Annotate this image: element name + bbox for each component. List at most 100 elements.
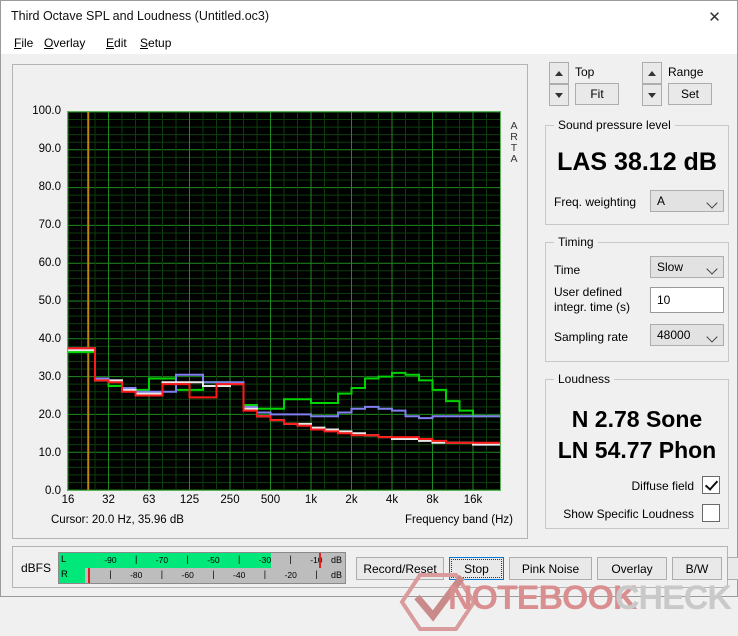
cursor-readout: Cursor: 20.0 Hz, 35.96 dB [51,514,184,526]
meter-peak-indicator [87,568,90,583]
show-specific-loudness-checkbox[interactable] [702,504,720,522]
range-increase-button[interactable] [642,62,662,84]
spl-plot-svg [68,112,500,490]
x-axis-tick: 63 [142,494,156,506]
range-decrease-button[interactable] [642,84,662,106]
loudness-group: Loudness N 2.78 Sone LN 54.77 Phon Diffu… [545,372,729,529]
y-axis-labels: 0.0 10.0 20.0 30.0 40.0 50.0 60.0 70.0 80.0 90.0 1… [13,105,65,497]
range-label: Range [668,65,704,79]
meter-tick-label: -20 [284,570,297,580]
copy-button[interactable]: Copy [727,557,738,580]
button-label: B/W [685,561,709,576]
integration-time-value: 10 [657,293,671,307]
x-axis-tick: 16 [61,494,75,506]
meter-tick-mark: | [289,554,292,564]
meter-tick-mark: | [186,554,189,564]
arrow-up-icon [648,70,656,76]
meter-tick-mark: | [212,569,215,579]
integration-time-label-line1: User defined [554,285,623,299]
button-label: Pink Noise [521,561,580,576]
graph-panel: dB Third octave SPL 0.010.020.030.040.05… [12,64,528,539]
close-icon[interactable]: ✕ [692,1,737,32]
chevron-down-icon [706,263,718,275]
y-axis-tick: 80.0 [38,181,61,193]
y-axis-tick: 100.0 [32,105,61,117]
meter-tick-mark: | [135,554,138,564]
meter-tick-mark: | [109,569,112,579]
meter-peak-indicator [319,553,322,568]
time-select[interactable]: Slow [650,256,724,278]
y-axis-tick: 90.0 [38,143,61,155]
freq-weighting-value: A [657,194,666,208]
meter-tick-mark: | [238,554,241,564]
timing-group: Timing Time Slow User defined integr. ti… [545,235,729,362]
top-increase-button[interactable] [549,62,569,84]
x-axis-tick: 4k [385,494,399,506]
integration-time-label-line2: integr. time (s) [554,300,631,314]
record-reset-button[interactable]: Record/Reset [356,557,444,580]
meter-tick-mark: | [263,569,267,579]
top-spinner [549,62,569,106]
window-title: Third Octave SPL and Loudness (Untitled.… [11,9,270,23]
level-meter-left-channel: L -90 -70 -50 -30 -10 | | | | dB [59,553,345,568]
button-label: Overlay [611,561,653,576]
b-w-button[interactable]: B/W [672,557,722,580]
x-axis-tick: 500 [260,494,281,506]
meter-tick-mark: | [160,569,164,579]
loudness-sone-reading: N 2.78 Sone [571,406,703,432]
range-set-button[interactable]: Set [668,83,712,105]
range-spinner [642,62,662,106]
diffuse-field-label: Diffuse field [631,479,694,493]
show-specific-loudness-label: Show Specific Loudness [563,507,694,521]
top-decrease-button[interactable] [549,84,569,106]
x-axis-tick: 1k [304,494,318,506]
time-value: Slow [657,260,684,274]
y-axis-tick: 40.0 [38,333,61,345]
level-meter-right-channel: R -80 -60 -40 -20 | | | | | dB [59,568,345,583]
arrow-down-icon [648,92,656,98]
x-axis-labels: 16 32 63 125 250 500 1k 2k 4k 8k 16k [13,494,529,512]
meter-tick-label: -30 [258,555,272,565]
x-axis-tick: 250 [220,494,240,506]
y-axis-tick: 50.0 [38,295,61,307]
diffuse-field-checkbox[interactable] [702,476,720,494]
spl-plot[interactable] [67,111,501,491]
input-level-meter: L -90 -70 -50 -30 -10 | | | | dB R -80 -60 -40 -20 | | | |… [58,552,346,584]
timing-group-label: Timing [554,235,598,249]
time-label: Time [554,263,581,277]
pink-noise-button[interactable]: Pink Noise [509,557,592,580]
menu-item-overlay[interactable]: Overlay [41,35,88,51]
top-fit-button[interactable]: Fit [575,83,619,105]
sampling-rate-select[interactable]: 48000 [650,324,724,346]
x-axis-tick: 2k [345,494,358,506]
meter-tick-label: -80 [130,570,143,580]
bottom-toolbar: dBFS L -90 -70 -50 -30 -10 | | | | dB R -80 -60 -40 -2… [12,546,738,588]
stop-button[interactable]: Stop [449,557,504,580]
arrow-down-icon [555,92,563,98]
loudness-phon-reading: LN 54.77 Phon [557,437,717,463]
integration-time-input[interactable]: 10 [650,287,724,313]
meter-channel-label: R [61,569,68,580]
freq-weighting-label: Freq. weighting [554,195,637,209]
menu-item-setup[interactable]: Setup [137,35,174,51]
application-window: Third Octave SPL and Loudness (Untitled.… [0,0,738,631]
spl-reading: LAS 38.12 dB [557,148,717,176]
x-axis-tick: 125 [179,494,200,506]
menu-item-file[interactable]: File [11,35,36,51]
overlay-button[interactable]: Overlay [597,557,667,580]
sound-pressure-level-group: Sound pressure level LAS 38.12 dB Freq. … [545,118,729,225]
freq-weighting-select[interactable]: A [650,190,724,212]
y-axis-tick: 30.0 [38,371,61,383]
menu-item-edit[interactable]: Edit [103,35,130,51]
meter-tick-label: -90 [104,555,117,565]
meter-tick-label: -60 [181,570,194,580]
meter-tick-label: -40 [233,570,246,580]
spl-group-label: Sound pressure level [554,118,675,132]
chevron-down-icon [706,331,718,343]
arrow-up-icon [555,70,563,76]
top-label: Top [575,65,595,79]
x-axis-tick: 8k [426,494,439,506]
y-axis-tick: 70.0 [38,219,61,231]
client-area: dB Third octave SPL 0.010.020.030.040.05… [1,54,738,631]
sampling-rate-value: 48000 [657,328,691,342]
